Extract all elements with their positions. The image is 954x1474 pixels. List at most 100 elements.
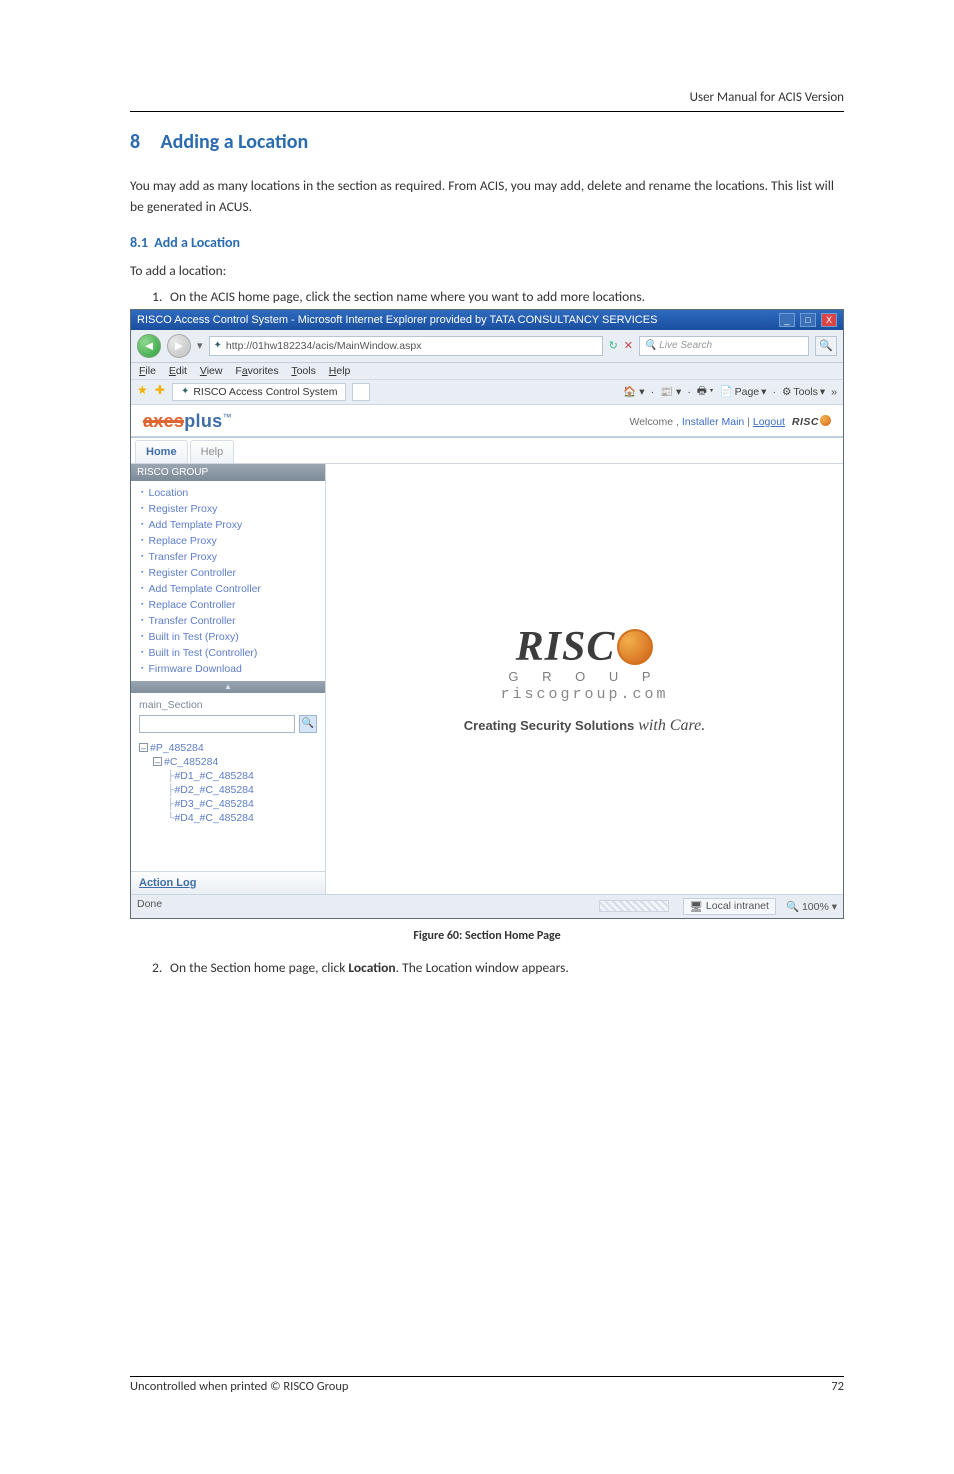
user-link[interactable]: Installer Main [682,416,744,428]
sidebar-item-location[interactable]: Location [131,485,325,501]
screenshot-window: RISCO Access Control System - Microsoft … [130,309,844,919]
logout-link[interactable]: Logout [753,416,785,428]
tree-node-p[interactable]: –#P_485284 [139,741,317,755]
search-box[interactable]: 🔍 Live Search [639,336,809,356]
sidebar-item-transfer-controller[interactable]: Transfer Controller [131,613,325,629]
refresh-icon[interactable]: ↻ [609,339,618,352]
sidebar-item-register-proxy[interactable]: Register Proxy [131,501,325,517]
new-tab-button[interactable] [352,383,370,401]
tree-search-button[interactable]: 🔍 [299,715,317,733]
tree-section: main_Section 🔍 –#P_485284 –#C_485284 ├#D… [131,693,325,831]
feeds-button[interactable]: 📰 ▾ [660,385,681,398]
tree-node-c[interactable]: –#C_485284 [139,755,317,769]
sidebar-item-bit-proxy[interactable]: Built in Test (Proxy) [131,629,325,645]
page-footer: Uncontrolled when printed © RISCO Group … [130,1376,844,1394]
welcome-prefix: Welcome , [630,416,682,428]
tree-node-d1[interactable]: ├#D1_#C_485284 [139,769,317,783]
sidebar-item-bit-controller[interactable]: Built in Test (Controller) [131,645,325,661]
tab-label: RISCO Access Control System [193,386,337,398]
tree-node-d2[interactable]: ├#D2_#C_485284 [139,783,317,797]
tree-search-row: 🔍 [139,715,317,733]
stop-icon[interactable]: ✕ [624,339,633,352]
window-buttons: _ □ X [777,313,837,327]
subsection-title: Add a Location [154,234,240,251]
menu-edit[interactable]: Edit [169,365,187,377]
sidebar-item-register-controller[interactable]: Register Controller [131,565,325,581]
address-bar[interactable]: ✦ http://01hw182234/acis/MainWindow.aspx [209,336,603,356]
tab-page-icon: ✦ [181,386,189,397]
favorites-star-icon[interactable]: ★ [137,383,148,397]
sidebar-item-replace-controller[interactable]: Replace Controller [131,597,325,613]
risco-tagline: Creating Security Solutions with Care. [464,717,705,735]
axesplus-logo: axesplus™ [143,411,232,432]
menu-view[interactable]: View [200,365,223,377]
step-1: 1.On the ACIS home page, click the secti… [152,288,844,305]
ie-status-bar: Done 🖥 Local intranet 🔍 100% ▾ [131,894,843,918]
page-icon: ✦ [214,340,222,351]
subsection-heading: 8.1 Add a Location [130,234,844,251]
ie-menu-bar: File Edit View Favorites Tools Help [131,363,843,380]
nav-dropdown-icon[interactable]: ▾ [197,339,203,352]
sidebar: RISCO GROUP Location Register Proxy Add … [131,464,326,894]
sidebar-item-replace-proxy[interactable]: Replace Proxy [131,533,325,549]
step-2: 2.On the Section home page, click Locati… [152,959,844,976]
browser-tab[interactable]: ✦ RISCO Access Control System [172,383,347,401]
risco-big-text: RISC [516,623,616,671]
tools-menu[interactable]: ⚙ Tools ▾ [782,386,825,398]
tree-node-d4[interactable]: └#D4_#C_485284 [139,811,317,825]
action-log-link[interactable]: Action Log [131,871,325,894]
step-2-a: On the Section home page, click [170,959,348,976]
sidebar-item-add-template-proxy[interactable]: Add Template Proxy [131,517,325,533]
step-1-text: On the ACIS home page, click the section… [170,288,645,305]
tree-search-input[interactable] [139,715,295,733]
tree-node-d3[interactable]: ├#D3_#C_485284 [139,797,317,811]
intro-text: You may add as many locations in the sec… [130,176,844,218]
footer-left: Uncontrolled when printed © RISCO Group [130,1379,349,1394]
tab-help[interactable]: Help [190,440,235,463]
sidebar-group-header: RISCO GROUP [131,464,325,481]
sidebar-item-transfer-proxy[interactable]: Transfer Proxy [131,549,325,565]
section-heading: 8 Adding a Location [130,130,844,154]
subsection-number: 8.1 [130,234,148,251]
minimize-button[interactable]: _ [779,313,795,327]
maximize-button[interactable]: □ [800,313,816,327]
search-placeholder: Live Search [659,340,712,351]
step-2-b: Location [348,959,395,976]
add-favorite-icon[interactable]: ✚ [155,383,165,397]
print-button[interactable]: 🖶 ▾ [697,383,714,401]
sidebar-nav-list: Location Register Proxy Add Template Pro… [131,481,325,681]
back-button[interactable]: ◄ [137,334,161,358]
tab-home[interactable]: Home [135,440,188,463]
risco-group-letters: G R O U P [464,669,705,684]
figure-caption: Figure 60: Section Home Page [130,929,844,943]
welcome-text: Welcome , Installer Main | Logout RISC [630,415,832,428]
sidebar-item-firmware[interactable]: Firmware Download [131,661,325,677]
close-button[interactable]: X [821,313,837,327]
search-go-button[interactable]: 🔍 [815,336,837,356]
chevron-icon[interactable]: » [831,386,837,398]
sidebar-item-add-template-controller[interactable]: Add Template Controller [131,581,325,597]
brand-bar: axesplus™ Welcome , Installer Main | Log… [131,405,843,438]
app-tabs: Home Help [131,438,843,464]
main-content: RISC G R O U P riscogroup.com Creating S… [326,464,843,894]
page-menu[interactable]: 📄 Page ▾ [720,385,767,398]
menu-file[interactable]: File [139,365,156,377]
menu-tools[interactable]: Tools [291,365,316,377]
tree-root-label: main_Section [139,699,317,711]
risco-logo: RISC [516,623,654,671]
ie-titlebar: RISCO Access Control System - Microsoft … [131,310,843,330]
ie-tab-row: ★ ✚ ✦ RISCO Access Control System 🏠 ▾ · … [131,380,843,405]
app-viewport: axesplus™ Welcome , Installer Main | Log… [131,405,843,894]
status-zone: 🖥 Local intranet [683,898,776,915]
ie-title-text: RISCO Access Control System - Microsoft … [137,314,657,326]
menu-help[interactable]: Help [329,365,351,377]
zoom-indicator[interactable]: 🔍 100% ▾ [786,900,837,913]
forward-button[interactable]: ► [167,334,191,358]
risco-hero: RISC G R O U P riscogroup.com Creating S… [464,623,705,735]
section-title: Adding a Location [161,130,309,154]
home-button[interactable]: 🏠 ▾ [623,385,644,398]
lead-text: To add a location: [130,261,844,282]
menu-favorites[interactable]: Favorites [235,365,278,377]
risco-logo-dot-icon [617,629,653,665]
status-progress [599,900,669,912]
